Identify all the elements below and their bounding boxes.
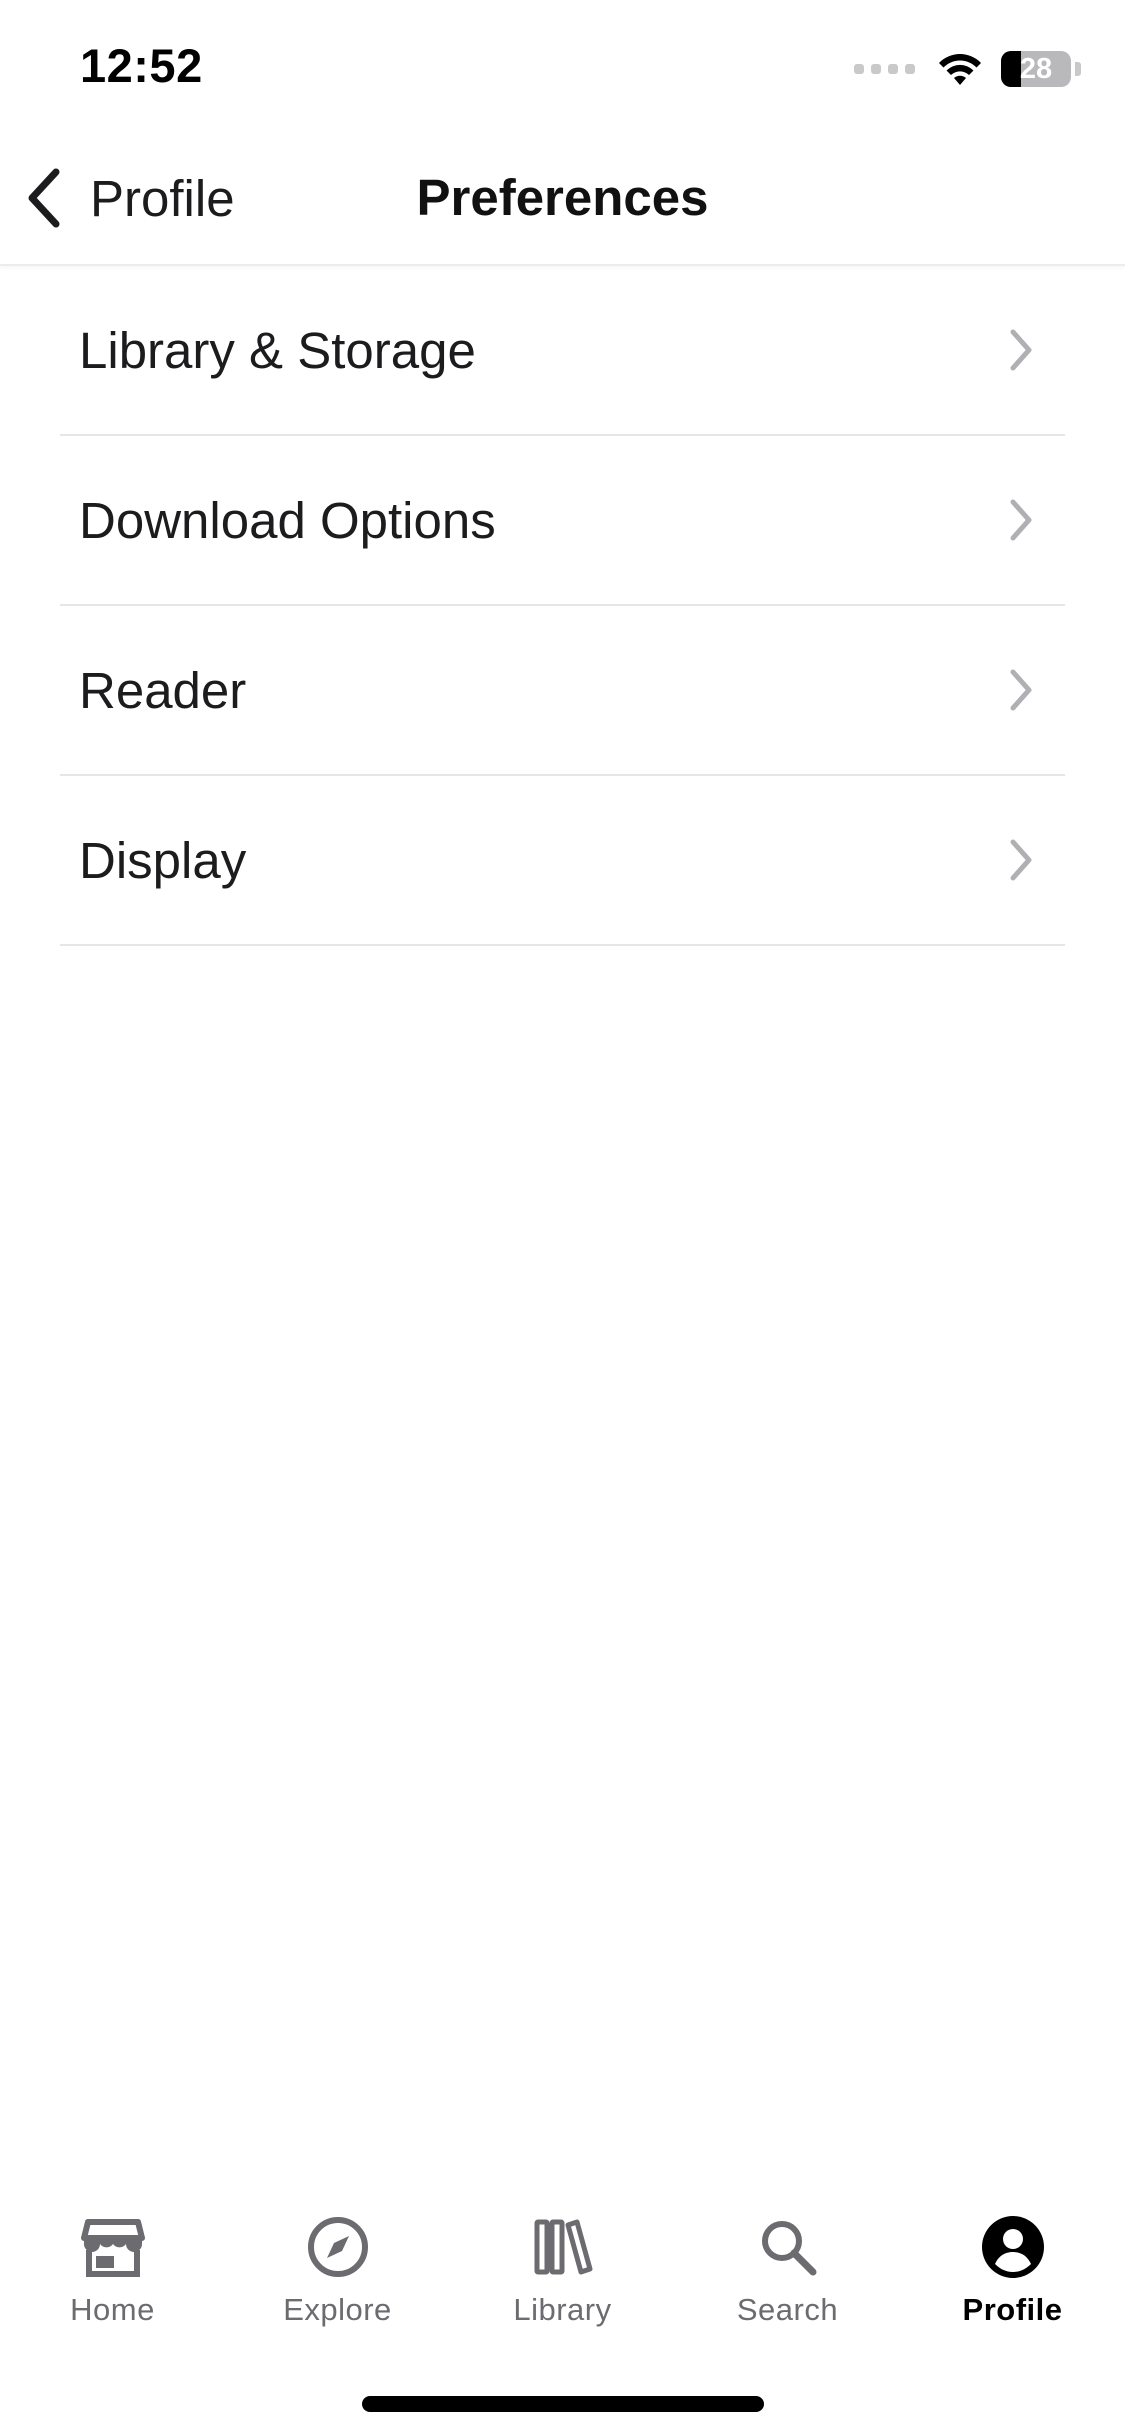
wifi-icon [939,54,981,85]
chevron-right-icon [1010,329,1032,371]
books-icon [534,2219,592,2275]
list-item-label: Library & Storage [79,321,476,379]
navigation-bar: Profile Preferences [0,132,1125,266]
cellular-signal-icon [854,64,915,74]
search-icon [761,2221,816,2276]
tab-label: Profile [962,2292,1063,2327]
battery-percent: 28 [1019,52,1053,85]
tab-search[interactable]: Search [675,2190,900,2330]
battery-tip [1075,62,1081,76]
chevron-right-icon [1010,669,1032,711]
tab-home[interactable]: Home [0,2190,225,2330]
list-item-display[interactable]: Display [60,776,1065,946]
tab-label: Library [513,2292,612,2327]
list-item-reader[interactable]: Reader [60,606,1065,776]
battery-icon: 28 [1001,51,1071,87]
tab-label: Explore [283,2292,392,2327]
tab-label: Home [70,2292,155,2327]
status-time: 12:52 [80,39,203,92]
tab-profile[interactable]: Profile [900,2190,1125,2330]
preferences-screen: 12:52 28 Profile Preferences Library & S… [0,0,1125,2436]
status-bar: 12:52 28 [0,0,1125,132]
tab-library[interactable]: Library [450,2190,675,2330]
page-title: Preferences [416,169,709,226]
tab-explore[interactable]: Explore [225,2190,450,2330]
account-circle-icon [981,2216,1044,2278]
chevron-right-icon [1010,499,1032,541]
status-indicators: 28 [854,48,1081,90]
tab-bar: Home Explore Library Search Profile [0,2190,1125,2330]
chevron-right-icon [1010,839,1032,881]
home-indicator [362,2396,764,2412]
list-item-label: Download Options [79,491,496,549]
compass-icon [307,2217,368,2277]
list-item-label: Reader [79,661,247,719]
list-item-download-options[interactable]: Download Options [60,436,1065,606]
preferences-list: Library & Storage Download Options Reade… [60,266,1065,946]
list-item-library-storage[interactable]: Library & Storage [60,266,1065,436]
list-item-label: Display [79,831,247,889]
tab-label: Search [736,2292,839,2327]
store-icon [80,2219,145,2277]
